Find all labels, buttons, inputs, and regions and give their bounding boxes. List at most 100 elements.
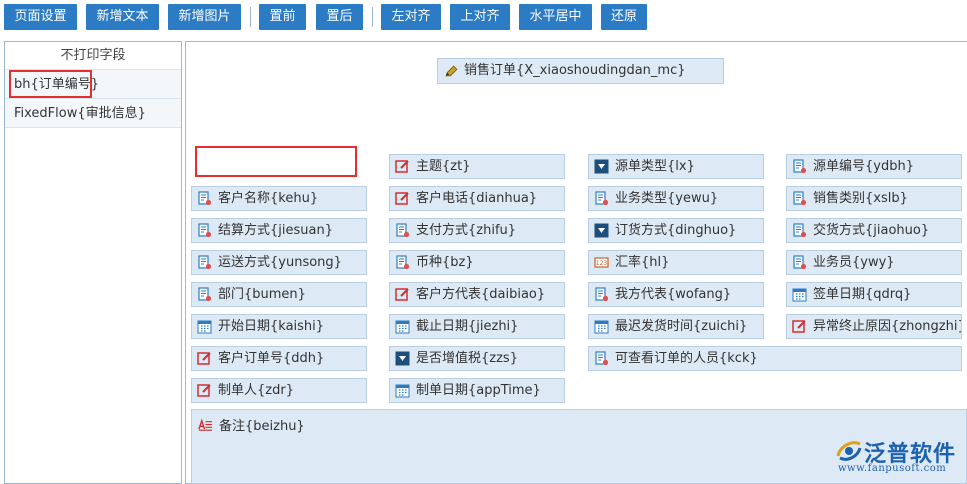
doc-icon bbox=[594, 287, 609, 302]
field-label: 源单类型{lx} bbox=[615, 159, 695, 174]
edit-icon bbox=[792, 319, 807, 334]
field-label: 业务员{ywy} bbox=[813, 255, 895, 270]
field-label: 订货方式{dinghuo} bbox=[615, 223, 737, 238]
layout-field[interactable]: 签单日期{qdrq} bbox=[786, 282, 962, 307]
layout-field[interactable]: 主题{zt} bbox=[389, 154, 565, 179]
field-label: 最迟发货时间{zuichi} bbox=[615, 319, 748, 334]
doc-icon bbox=[594, 191, 609, 206]
field-label: 客户订单号{ddh} bbox=[218, 351, 325, 366]
field-label: 业务类型{yewu} bbox=[615, 191, 719, 206]
toolbar-divider bbox=[250, 7, 251, 27]
edit-icon bbox=[395, 191, 410, 206]
layout-field[interactable]: 结算方式{jiesuan} bbox=[191, 218, 367, 243]
layout-field[interactable]: 开始日期{kaishi} bbox=[191, 314, 367, 339]
calendar-icon bbox=[594, 319, 609, 334]
layout-field[interactable]: 源单编号{ydbh} bbox=[786, 154, 962, 179]
layout-field[interactable]: 异常终止原因{zhongzhi} bbox=[786, 314, 962, 339]
dropdown-icon bbox=[395, 351, 410, 366]
layout-field[interactable]: 支付方式{zhifu} bbox=[389, 218, 565, 243]
calendar-icon bbox=[395, 319, 410, 334]
layout-field[interactable]: 123 汇率{hl} bbox=[588, 250, 764, 275]
field-label: 开始日期{kaishi} bbox=[218, 319, 325, 334]
field-label: 截止日期{jiezhi} bbox=[416, 319, 519, 334]
note-field-label: 备注{beizhu} bbox=[219, 419, 305, 434]
layout-field[interactable]: 部门{bumen} bbox=[191, 282, 367, 307]
field-label: 汇率{hl} bbox=[615, 255, 670, 270]
layout-field[interactable]: 截止日期{jiezhi} bbox=[389, 314, 565, 339]
send-back-button[interactable]: 置后 bbox=[316, 4, 363, 30]
doc-icon bbox=[197, 287, 212, 302]
layout-field[interactable]: 客户方代表{daibiao} bbox=[389, 282, 565, 307]
toolbar-divider bbox=[372, 7, 373, 27]
layout-field[interactable]: 订货方式{dinghuo} bbox=[588, 218, 764, 243]
edit-icon bbox=[197, 351, 212, 366]
doc-icon bbox=[792, 159, 807, 174]
align-top-button[interactable]: 上对齐 bbox=[450, 4, 510, 30]
logo-url: www.fanpusoft.com bbox=[838, 463, 947, 474]
pencil-icon bbox=[444, 64, 458, 78]
non-print-field-item[interactable]: FixedFlow{审批信息} bbox=[5, 99, 181, 128]
field-label: 结算方式{jiesuan} bbox=[218, 223, 333, 238]
field-label: 签单日期{qdrq} bbox=[813, 287, 912, 302]
layout-field[interactable]: 客户电话{dianhua} bbox=[389, 186, 565, 211]
field-label: 我方代表{wofang} bbox=[615, 287, 732, 302]
field-label: 源单编号{ydbh} bbox=[813, 159, 914, 174]
doc-icon bbox=[792, 255, 807, 270]
number-icon: 123 bbox=[594, 255, 609, 270]
calendar-icon bbox=[395, 383, 410, 398]
field-label: 客户名称{kehu} bbox=[218, 191, 319, 206]
page-settings-button[interactable]: 页面设置 bbox=[4, 4, 77, 30]
doc-icon bbox=[395, 255, 410, 270]
layout-field[interactable]: 我方代表{wofang} bbox=[588, 282, 764, 307]
layout-field[interactable]: 客户名称{kehu} bbox=[191, 186, 367, 211]
field-label: 部门{bumen} bbox=[218, 287, 306, 302]
field-label: 可查看订单的人员{kck} bbox=[615, 351, 758, 366]
layout-field[interactable]: 业务类型{yewu} bbox=[588, 186, 764, 211]
field-label: 客户电话{dianhua} bbox=[416, 191, 538, 206]
title-field[interactable]: 销售订单{X_xiaoshoudingdan_mc} bbox=[437, 58, 724, 84]
layout-field[interactable]: 运送方式{yunsong} bbox=[191, 250, 367, 275]
doc-icon bbox=[792, 223, 807, 238]
doc-icon bbox=[197, 191, 212, 206]
field-label: 是否增值税{zzs} bbox=[416, 351, 518, 366]
empty-highlighted-field[interactable] bbox=[195, 146, 357, 177]
layout-field[interactable]: 币种{bz} bbox=[389, 250, 565, 275]
logo-mark-icon bbox=[836, 441, 862, 461]
edit-icon bbox=[395, 159, 410, 174]
layout-field[interactable]: 最迟发货时间{zuichi} bbox=[588, 314, 764, 339]
field-label: 交货方式{jiaohuo} bbox=[813, 223, 930, 238]
highlight-box bbox=[9, 70, 92, 98]
doc-icon bbox=[792, 191, 807, 206]
edit-icon bbox=[197, 383, 212, 398]
field-label: 销售类别{xslb} bbox=[813, 191, 908, 206]
bring-front-button[interactable]: 置前 bbox=[259, 4, 306, 30]
field-label: 主题{zt} bbox=[416, 159, 471, 174]
layout-field[interactable]: 是否增值税{zzs} bbox=[389, 346, 565, 371]
align-left-button[interactable]: 左对齐 bbox=[381, 4, 441, 30]
layout-field[interactable]: 可查看订单的人员{kck} bbox=[588, 346, 962, 371]
layout-field[interactable]: 制单人{zdr} bbox=[191, 378, 367, 403]
dropdown-icon bbox=[594, 159, 609, 174]
field-label: 币种{bz} bbox=[416, 255, 474, 270]
doc-icon bbox=[395, 223, 410, 238]
non-print-fields-panel: 不打印字段 bh{订单编号} FixedFlow{审批信息} bbox=[4, 41, 182, 484]
add-image-button[interactable]: 新增图片 bbox=[168, 4, 241, 30]
doc-icon bbox=[594, 351, 609, 366]
layout-field[interactable]: 客户订单号{ddh} bbox=[191, 346, 367, 371]
layout-field[interactable]: 交货方式{jiaohuo} bbox=[786, 218, 962, 243]
add-text-button[interactable]: 新增文本 bbox=[86, 4, 159, 30]
layout-field[interactable]: 销售类别{xslb} bbox=[786, 186, 962, 211]
center-horizontal-button[interactable]: 水平居中 bbox=[519, 4, 592, 30]
field-label: FixedFlow{审批信息} bbox=[14, 106, 146, 121]
textarea-icon bbox=[198, 417, 214, 431]
field-label: 异常终止原因{zhongzhi} bbox=[813, 319, 962, 334]
title-field-label: 销售订单{X_xiaoshoudingdan_mc} bbox=[464, 63, 686, 78]
restore-button[interactable]: 还原 bbox=[601, 4, 647, 30]
field-label: 运送方式{yunsong} bbox=[218, 255, 342, 270]
field-label: 客户方代表{daibiao} bbox=[416, 287, 546, 302]
brand-logo: 泛普软件 www.fanpusoft.com bbox=[834, 436, 964, 476]
layout-field[interactable]: 业务员{ywy} bbox=[786, 250, 962, 275]
doc-icon bbox=[197, 223, 212, 238]
layout-field[interactable]: 制单日期{appTime} bbox=[389, 378, 565, 403]
layout-field[interactable]: 源单类型{lx} bbox=[588, 154, 764, 179]
